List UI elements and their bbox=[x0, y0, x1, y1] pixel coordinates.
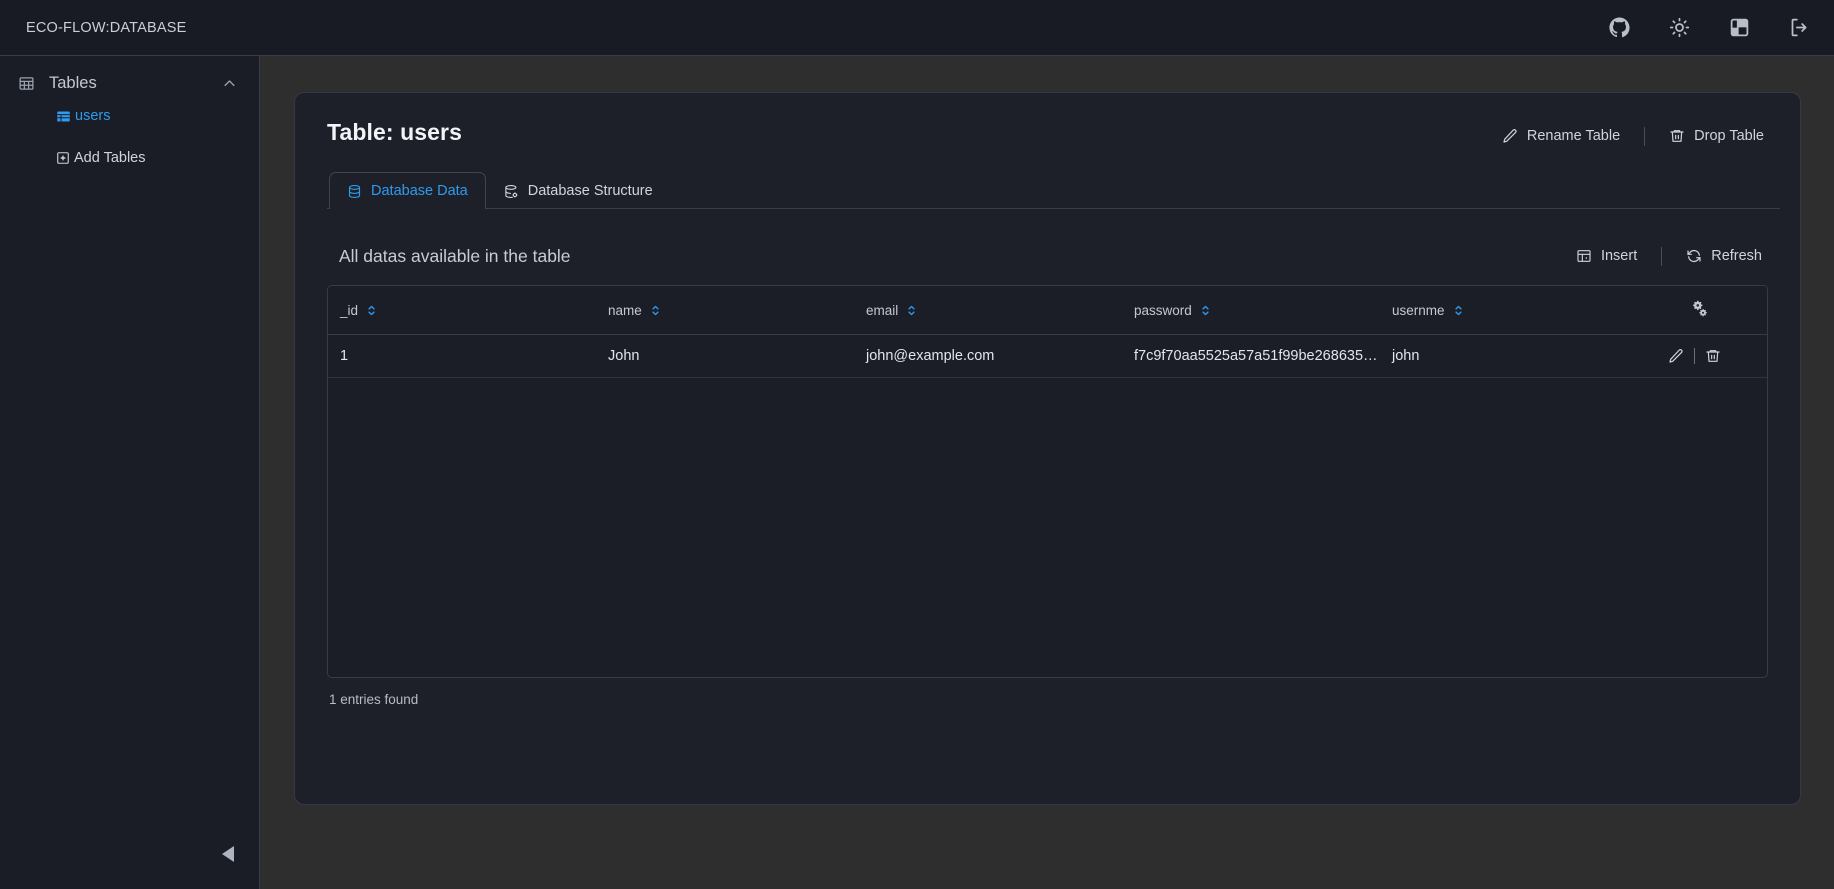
table-card: Table: users Rename Table Drop Table Dat… bbox=[294, 92, 1801, 805]
table-row[interactable]: 1 John john@example.com f7c9f70aa5525a57… bbox=[328, 334, 1767, 378]
cell-password: f7c9f70aa5525a57a51f99be268635f3... bbox=[1122, 334, 1380, 378]
github-icon[interactable] bbox=[1606, 15, 1632, 41]
triangle-left-icon bbox=[219, 844, 237, 869]
table-icon bbox=[18, 75, 35, 92]
cell-email: john@example.com bbox=[854, 334, 1122, 378]
sidebar-section-tables[interactable]: Tables bbox=[0, 64, 259, 103]
top-bar-actions bbox=[1606, 15, 1812, 41]
column-label: name bbox=[608, 302, 642, 318]
main-content: Table: users Rename Table Drop Table Dat… bbox=[261, 56, 1834, 889]
column-label: email bbox=[866, 302, 899, 318]
insert-button[interactable]: Insert bbox=[1564, 245, 1649, 267]
rename-table-button[interactable]: Rename Table bbox=[1490, 125, 1632, 147]
chevron-up-icon[interactable] bbox=[222, 76, 237, 91]
insert-table-icon bbox=[1576, 248, 1592, 264]
gears-icon[interactable] bbox=[1690, 299, 1709, 321]
sort-icon[interactable] bbox=[650, 304, 661, 317]
sidebar-item-add-tables[interactable]: Add Tables bbox=[0, 145, 259, 171]
column-label: usernme bbox=[1392, 302, 1445, 318]
insert-label: Insert bbox=[1600, 248, 1638, 264]
panel-layout-icon[interactable] bbox=[1726, 15, 1752, 41]
table-small-icon bbox=[56, 109, 71, 124]
section-actions: Insert Refresh bbox=[1564, 245, 1774, 267]
table-head: _id name email password usernme bbox=[328, 286, 1767, 335]
entries-count: 1 entries found bbox=[329, 692, 419, 707]
cell-row-actions bbox=[1638, 334, 1767, 378]
database-icon bbox=[347, 184, 362, 199]
data-table-container: _id name email password usernme 1 John j… bbox=[327, 285, 1768, 678]
cell-id: 1 bbox=[328, 334, 596, 378]
app-title: ECO-FLOW:DATABASE bbox=[26, 19, 187, 36]
drop-table-button[interactable]: Drop Table bbox=[1657, 125, 1776, 147]
delete-row-button[interactable] bbox=[1695, 348, 1731, 364]
sidebar-item-label: Add Tables bbox=[74, 150, 146, 166]
tab-label: Database Data bbox=[371, 183, 468, 199]
sidebar: Tables users Add Tables bbox=[0, 56, 260, 889]
column-header-password[interactable]: password bbox=[1122, 286, 1380, 335]
sort-icon[interactable] bbox=[366, 304, 377, 317]
tab-label: Database Structure bbox=[527, 183, 653, 199]
table-header-row: _id name email password usernme bbox=[328, 286, 1767, 335]
column-label: _id bbox=[340, 302, 359, 318]
refresh-icon bbox=[1686, 248, 1702, 264]
section-divider bbox=[1661, 246, 1663, 266]
section-bar: All datas available in the table Insert bbox=[315, 245, 1780, 267]
trash-icon bbox=[1669, 128, 1685, 144]
table-header-actions: Rename Table Drop Table bbox=[1490, 125, 1780, 147]
tab-database-structure[interactable]: Database Structure bbox=[486, 172, 671, 209]
column-header-settings[interactable] bbox=[1638, 286, 1767, 335]
sort-icon[interactable] bbox=[1453, 304, 1464, 317]
sidebar-item-users[interactable]: users bbox=[0, 103, 259, 129]
column-header-usernme[interactable]: usernme bbox=[1380, 286, 1638, 335]
column-header-id[interactable]: _id bbox=[328, 286, 596, 335]
column-header-email[interactable]: email bbox=[854, 286, 1122, 335]
plus-square-icon bbox=[56, 151, 70, 165]
drop-table-label: Drop Table bbox=[1694, 128, 1764, 144]
sidebar-collapse-button[interactable] bbox=[215, 843, 241, 869]
column-header-name[interactable]: name bbox=[596, 286, 854, 335]
page-title: Table: users bbox=[327, 119, 462, 145]
header-divider bbox=[1644, 126, 1646, 146]
section-title: All datas available in the table bbox=[339, 245, 571, 266]
sort-icon[interactable] bbox=[1200, 304, 1211, 317]
sun-icon[interactable] bbox=[1666, 15, 1692, 41]
refresh-label: Refresh bbox=[1711, 248, 1762, 264]
refresh-button[interactable]: Refresh bbox=[1674, 245, 1774, 267]
tab-database-data[interactable]: Database Data bbox=[329, 172, 486, 209]
data-table: _id name email password usernme 1 John j… bbox=[328, 286, 1767, 378]
sort-icon[interactable] bbox=[906, 304, 917, 317]
database-cog-icon bbox=[504, 184, 519, 199]
logout-icon[interactable] bbox=[1786, 15, 1812, 41]
sidebar-section-label: Tables bbox=[49, 74, 97, 92]
card-header: Table: users Rename Table Drop Table bbox=[315, 119, 1780, 147]
pencil-icon bbox=[1502, 128, 1518, 144]
edit-row-button[interactable] bbox=[1658, 348, 1694, 364]
top-bar: ECO-FLOW:DATABASE bbox=[0, 0, 1834, 56]
cell-usernme: john bbox=[1380, 334, 1638, 378]
tab-bar: Database Data Database Structure bbox=[327, 171, 1780, 209]
rename-table-label: Rename Table bbox=[1526, 128, 1621, 144]
table-body: 1 John john@example.com f7c9f70aa5525a57… bbox=[328, 334, 1767, 378]
sidebar-item-label: users bbox=[75, 108, 111, 124]
cell-name: John bbox=[596, 334, 854, 378]
column-label: password bbox=[1134, 302, 1192, 318]
